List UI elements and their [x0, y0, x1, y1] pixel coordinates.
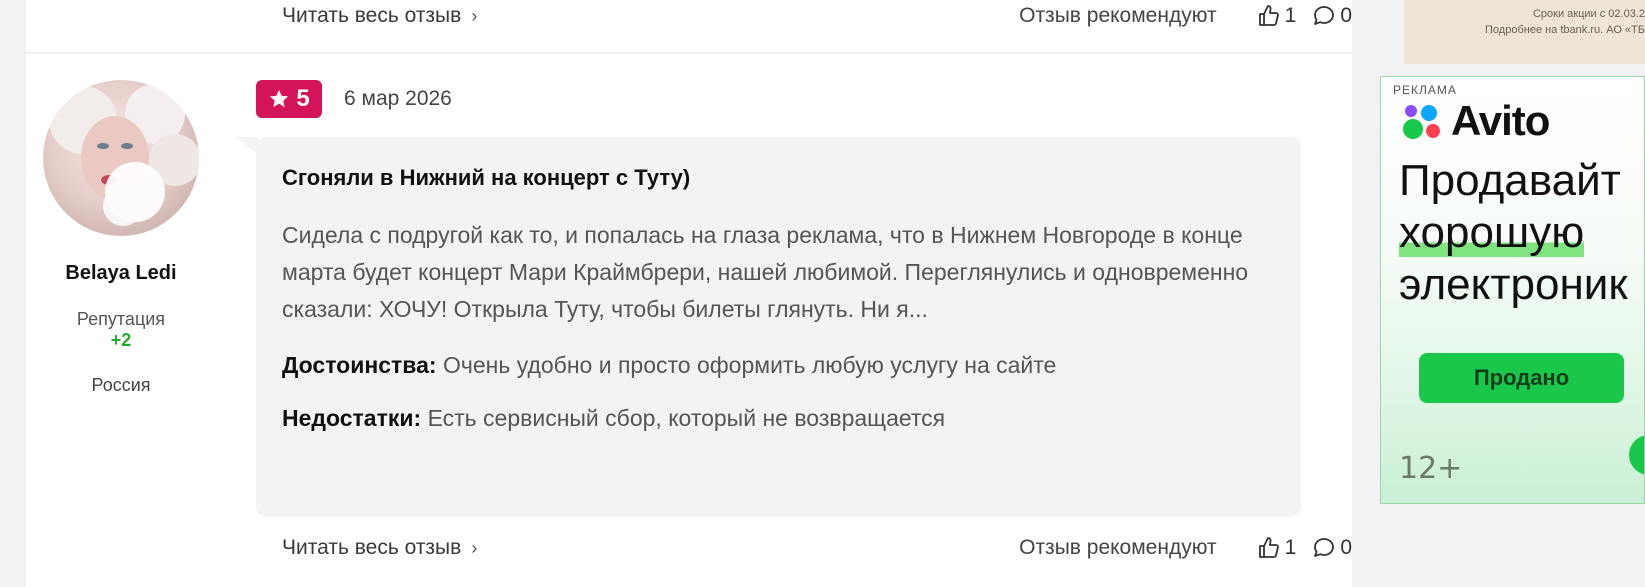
read-full-review-link[interactable]: Читать весь отзыв ›	[282, 4, 477, 28]
pros-text: Очень удобно и просто оформить любую усл…	[442, 352, 1057, 378]
like-count: 1	[1284, 4, 1297, 27]
thumbs-up-icon	[1258, 537, 1279, 558]
star-icon	[270, 89, 289, 108]
review-date: 6 мар 2026	[344, 87, 452, 110]
age-rating: 12+	[1399, 451, 1463, 486]
review-body: Сгоняли в Нижний на концерт с Туту) Сиде…	[256, 137, 1301, 517]
reputation-value: +2	[110, 330, 132, 350]
ad-decor-circle	[1629, 435, 1644, 475]
avito-logo: Avito	[1399, 97, 1550, 145]
comment-button[interactable]: 0	[1312, 536, 1352, 560]
avito-dots-icon	[1403, 105, 1440, 139]
pros-label: Достоинства:	[282, 352, 437, 378]
ad-fine-print: Сроки акции с 02.03.2	[1532, 8, 1645, 20]
ad-label: РЕКЛАМА	[1393, 83, 1457, 97]
rating-badge: 5	[256, 80, 322, 118]
user-country: Россия	[91, 375, 151, 395]
avito-brand: Avito	[1451, 97, 1550, 144]
avito-ad[interactable]: РЕКЛАМА Avito Продавайт хорошую электрон…	[1380, 76, 1645, 504]
avatar-image	[49, 84, 199, 226]
ad-headline: Продавайт хорошую электроник	[1399, 156, 1628, 309]
bubble-tail	[236, 137, 258, 155]
cons-label: Недостатки:	[282, 405, 422, 431]
avatar[interactable]	[43, 80, 199, 236]
comment-button[interactable]: 0	[1312, 4, 1352, 28]
review-text: Сидела с подругой как то, и попалась на …	[282, 222, 1249, 322]
review-footer: Читать весь отзыв › Отзыв рекомендуют 1 …	[282, 532, 1352, 564]
thumbs-up-icon	[1258, 5, 1279, 26]
ad-sold-button[interactable]: Продано	[1419, 353, 1624, 403]
like-count: 1	[1284, 536, 1297, 559]
user-name[interactable]: Belaya Ledi	[38, 262, 204, 285]
recommend-label: Отзыв рекомендуют	[1019, 4, 1217, 27]
review-title[interactable]: Сгоняли в Нижний на концерт с Туту)	[282, 165, 1275, 191]
comment-icon	[1314, 6, 1335, 25]
review-divider	[26, 52, 1352, 54]
like-button[interactable]: 1	[1257, 536, 1297, 560]
ad-fine-print: Подробнее на tbank.ru. АО «ТБ	[1485, 24, 1645, 36]
comment-icon	[1314, 538, 1335, 557]
comment-count: 0	[1340, 4, 1352, 27]
recommend-label: Отзыв рекомендуют	[1019, 536, 1217, 559]
chevron-right-icon: ›	[471, 537, 478, 558]
rating-value: 5	[296, 85, 310, 112]
reputation-label: Репутация	[76, 309, 166, 329]
previous-review-footer: Читать весь отзыв › Отзыв рекомендуют 1 …	[282, 0, 1352, 32]
top-ad-banner[interactable]: Сроки акции с 02.03.2 Подробнее на tbank…	[1404, 0, 1645, 64]
chevron-right-icon: ›	[471, 5, 478, 26]
read-full-review-link[interactable]: Читать весь отзыв ›	[282, 536, 477, 560]
cons-text: Есть сервисный сбор, который не возвраща…	[427, 405, 946, 431]
review-pros: Достоинства: Очень удобно и просто оформ…	[282, 352, 1275, 379]
review-author: Belaya Ledi Репутация +2 Россия	[38, 80, 204, 396]
review-cons: Недостатки: Есть сервисный сбор, который…	[282, 405, 1275, 432]
comment-count: 0	[1340, 536, 1352, 559]
like-button[interactable]: 1	[1257, 4, 1297, 28]
